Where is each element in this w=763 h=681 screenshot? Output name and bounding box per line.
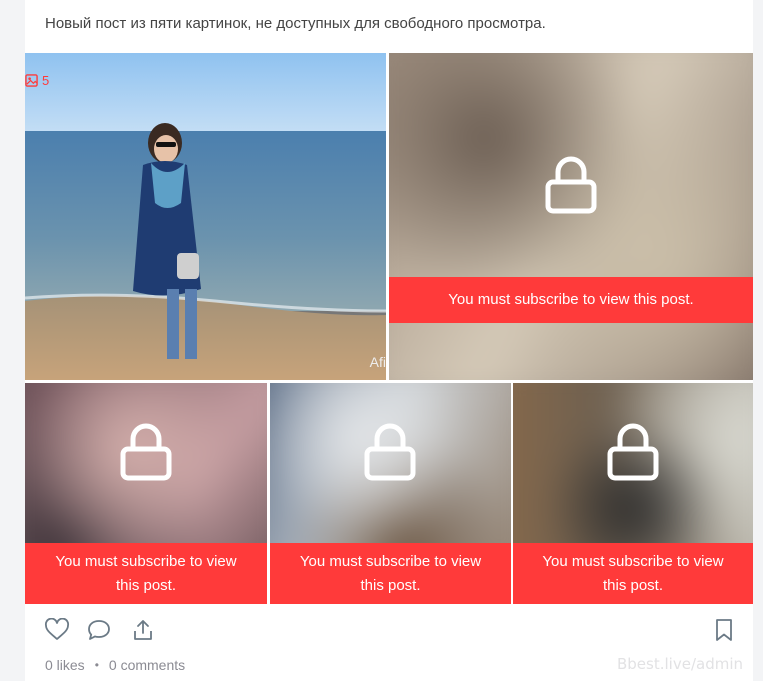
locked-image-5[interactable]: You must subscribe to view this post.	[513, 383, 753, 604]
post-image-1[interactable]: Afi	[25, 53, 386, 380]
lock-icon	[119, 423, 173, 481]
subscribe-message: You must subscribe to view this post.	[270, 543, 511, 604]
blurred-preview	[389, 53, 753, 380]
watermark: Bbest.live/admin	[617, 655, 743, 673]
post-actions	[25, 604, 753, 654]
beach-photo	[25, 53, 386, 380]
bookmark-icon[interactable]	[711, 618, 737, 642]
post-card: Новый пост из пяти картинок, не доступны…	[25, 0, 753, 681]
subscribe-message: You must subscribe to view this post.	[25, 543, 267, 604]
subscribe-message: You must subscribe to view this post.	[513, 543, 753, 604]
heart-icon[interactable]	[44, 618, 70, 642]
post-stats: 0 likes • 0 comments	[45, 657, 185, 673]
lock-icon	[363, 423, 417, 481]
lock-icon	[606, 423, 660, 481]
comments-count[interactable]: 0 comments	[109, 657, 185, 673]
likes-count[interactable]: 0 likes	[45, 657, 85, 673]
post-text: Новый пост из пяти картинок, не доступны…	[45, 15, 546, 32]
photo-watermark: Afi	[369, 354, 386, 370]
comment-icon[interactable]	[86, 618, 112, 642]
image-count-badge: 5	[25, 73, 49, 88]
share-icon[interactable]	[130, 618, 156, 642]
image-count: 5	[42, 73, 50, 88]
locked-image-2[interactable]: You must subscribe to view this post.	[389, 53, 753, 380]
separator: •	[94, 658, 99, 672]
image-icon	[25, 74, 38, 87]
lock-icon	[544, 156, 598, 214]
subscribe-message: You must subscribe to view this post.	[389, 277, 753, 323]
locked-image-4[interactable]: You must subscribe to view this post.	[270, 383, 511, 604]
locked-image-3[interactable]: You must subscribe to view this post.	[25, 383, 267, 604]
